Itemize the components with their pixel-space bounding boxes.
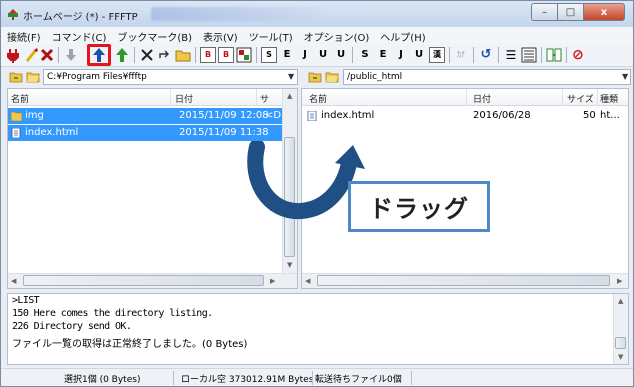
window-title: ホームページ (*) - FFFTP (23, 12, 138, 23)
upload-highlight (87, 44, 111, 66)
remote-jis-icon[interactable]: J (393, 47, 409, 63)
folder-icon (11, 111, 22, 121)
drag-label: ドラッグ (348, 181, 490, 232)
column-size[interactable]: サイズ (567, 92, 594, 105)
remote-path-dropdown-icon[interactable]: ▼ (622, 72, 628, 81)
column-name[interactable]: 名前 (11, 92, 29, 105)
kanji-sjis-icon[interactable]: S (261, 47, 277, 63)
close-button[interactable]: x (583, 3, 625, 21)
log-line: 226 Directory send OK. (12, 321, 132, 332)
refresh-icon[interactable]: ↺ (478, 47, 494, 63)
log-vertical-scrollbar[interactable]: ▲ ▼ (613, 294, 628, 364)
file-date: 2015/11/09 12:08 (179, 110, 269, 121)
kanji-utf8bom-icon[interactable]: U (333, 47, 349, 63)
toolbar: B B S E J U U S E J U 漢 ｶﾅ ↺ ☰ ⊘ (1, 43, 633, 67)
download-icon[interactable] (63, 47, 79, 63)
menu-connect[interactable]: 接続(F) (1, 27, 46, 44)
remote-path-input[interactable]: /public_html (343, 69, 631, 85)
file-date: 2015/11/09 11:38 (179, 127, 269, 138)
log-vscroll-thumb[interactable] (615, 337, 626, 349)
file-name: index.html (321, 110, 375, 121)
auto-mode-icon[interactable] (236, 47, 252, 63)
menu-options[interactable]: オプション(O) (298, 27, 375, 44)
remote-horizontal-scrollbar[interactable]: ◀ ▶ (302, 273, 628, 288)
file-size: <D (265, 110, 282, 121)
parent-folder-icon[interactable] (9, 71, 23, 83)
kanji-euc-icon[interactable]: E (279, 47, 295, 63)
list-view-icon[interactable]: ☰ (503, 47, 519, 63)
file-name: img (25, 110, 44, 121)
local-file-row[interactable]: index.html 2015/11/09 11:38 (8, 125, 284, 141)
log-panel[interactable]: >LIST 150 Here comes the directory listi… (7, 293, 629, 365)
remote-utf8-icon[interactable]: U (411, 47, 427, 63)
status-queue: 転送待ちファイル0個 (315, 375, 402, 385)
local-path-bar: C:¥Program Files¥ffftp ▼ (1, 68, 301, 87)
parent-folder-icon[interactable] (308, 71, 322, 83)
menu-bar: 接続(F) コマンド(C) ブックマーク(B) 表示(V) ツール(T) オプシ… (1, 27, 633, 44)
remote-file-row[interactable]: index.html 2016/06/28 50 ht... (302, 108, 628, 124)
menu-tools[interactable]: ツール(T) (243, 27, 298, 44)
column-size[interactable]: サ (260, 92, 269, 105)
file-date: 2016/06/28 (473, 110, 531, 121)
html-file-icon (11, 128, 21, 138)
kanji-jis-icon[interactable]: J (297, 47, 313, 63)
local-column-header: 名前 日付 サ (8, 89, 284, 106)
column-type[interactable]: 種類 (600, 92, 618, 105)
column-date[interactable]: 日付 (175, 92, 193, 105)
remote-path-bar: /public_html ▼ (301, 68, 633, 87)
ffftp-window: ホームページ (*) - FFFTP – □ x 接続(F) コマンド(C) ブ… (0, 0, 634, 387)
file-size: 50 (583, 110, 596, 121)
file-type: ht... (600, 110, 620, 121)
menu-bookmark[interactable]: ブックマーク(B) (111, 27, 197, 44)
disconnect-icon[interactable] (39, 47, 55, 63)
status-selection: 選択1個 (0 Bytes) (64, 375, 141, 385)
local-path-dropdown-icon[interactable]: ▼ (288, 72, 294, 81)
mkdir-icon[interactable] (175, 47, 191, 63)
status-local-free: ローカル空 373012.91M Bytes (181, 375, 314, 385)
status-bar: 選択1個 (0 Bytes) ローカル空 373012.91M Bytes 転送… (1, 368, 633, 386)
minimize-button[interactable]: – (531, 3, 557, 21)
kana-convert-icon[interactable]: ｶﾅ (453, 47, 469, 63)
maximize-button[interactable]: □ (557, 3, 583, 21)
open-folder-icon[interactable] (325, 71, 339, 83)
open-folder-icon[interactable] (26, 71, 40, 83)
remote-euc-icon[interactable]: E (375, 47, 391, 63)
no-convert-icon[interactable]: 漢 (429, 47, 445, 63)
log-line: >LIST (12, 295, 40, 306)
local-horizontal-scrollbar[interactable]: ◀ ▶ (8, 273, 297, 288)
log-line: ファイル一覧の取得は正常終了しました。(0 Bytes) (12, 339, 248, 350)
kanji-utf8-icon[interactable]: U (315, 47, 331, 63)
menu-command[interactable]: コマンド(C) (46, 27, 112, 44)
remote-column-header: 名前 日付 サイズ 種類 (302, 89, 628, 106)
rename-icon[interactable] (157, 47, 173, 63)
menu-view[interactable]: 表示(V) (197, 27, 243, 44)
delete-icon[interactable] (139, 47, 155, 63)
remote-hscroll-thumb[interactable] (317, 275, 610, 286)
log-line: 150 Here comes the directory listing. (12, 308, 213, 319)
mirror-upload-icon[interactable] (114, 47, 130, 63)
ffftp-app-icon (8, 9, 18, 20)
file-name: index.html (25, 127, 79, 138)
column-name[interactable]: 名前 (309, 92, 327, 105)
binary-mode-icon[interactable]: B (218, 47, 234, 63)
local-path-input[interactable]: C:¥Program Files¥ffftp (43, 69, 298, 85)
binary-mode-icon[interactable]: B (200, 47, 216, 63)
local-file-row[interactable]: img 2015/11/09 12:08 <D (8, 108, 284, 124)
detail-view-icon[interactable] (521, 47, 537, 63)
local-hscroll-thumb[interactable] (23, 275, 264, 286)
column-date[interactable]: 日付 (473, 92, 491, 105)
html-file-icon (307, 111, 317, 121)
connect-icon[interactable] (5, 47, 21, 63)
stop-icon[interactable]: ⊘ (570, 47, 586, 63)
remote-sjis-icon[interactable]: S (357, 47, 373, 63)
blurred-title-region (151, 7, 321, 21)
menu-help[interactable]: ヘルプ(H) (374, 27, 430, 44)
quick-connect-icon[interactable] (23, 47, 39, 63)
sync-folder-icon[interactable] (546, 47, 562, 63)
title-bar: ホームページ (*) - FFFTP – □ x (1, 1, 633, 27)
